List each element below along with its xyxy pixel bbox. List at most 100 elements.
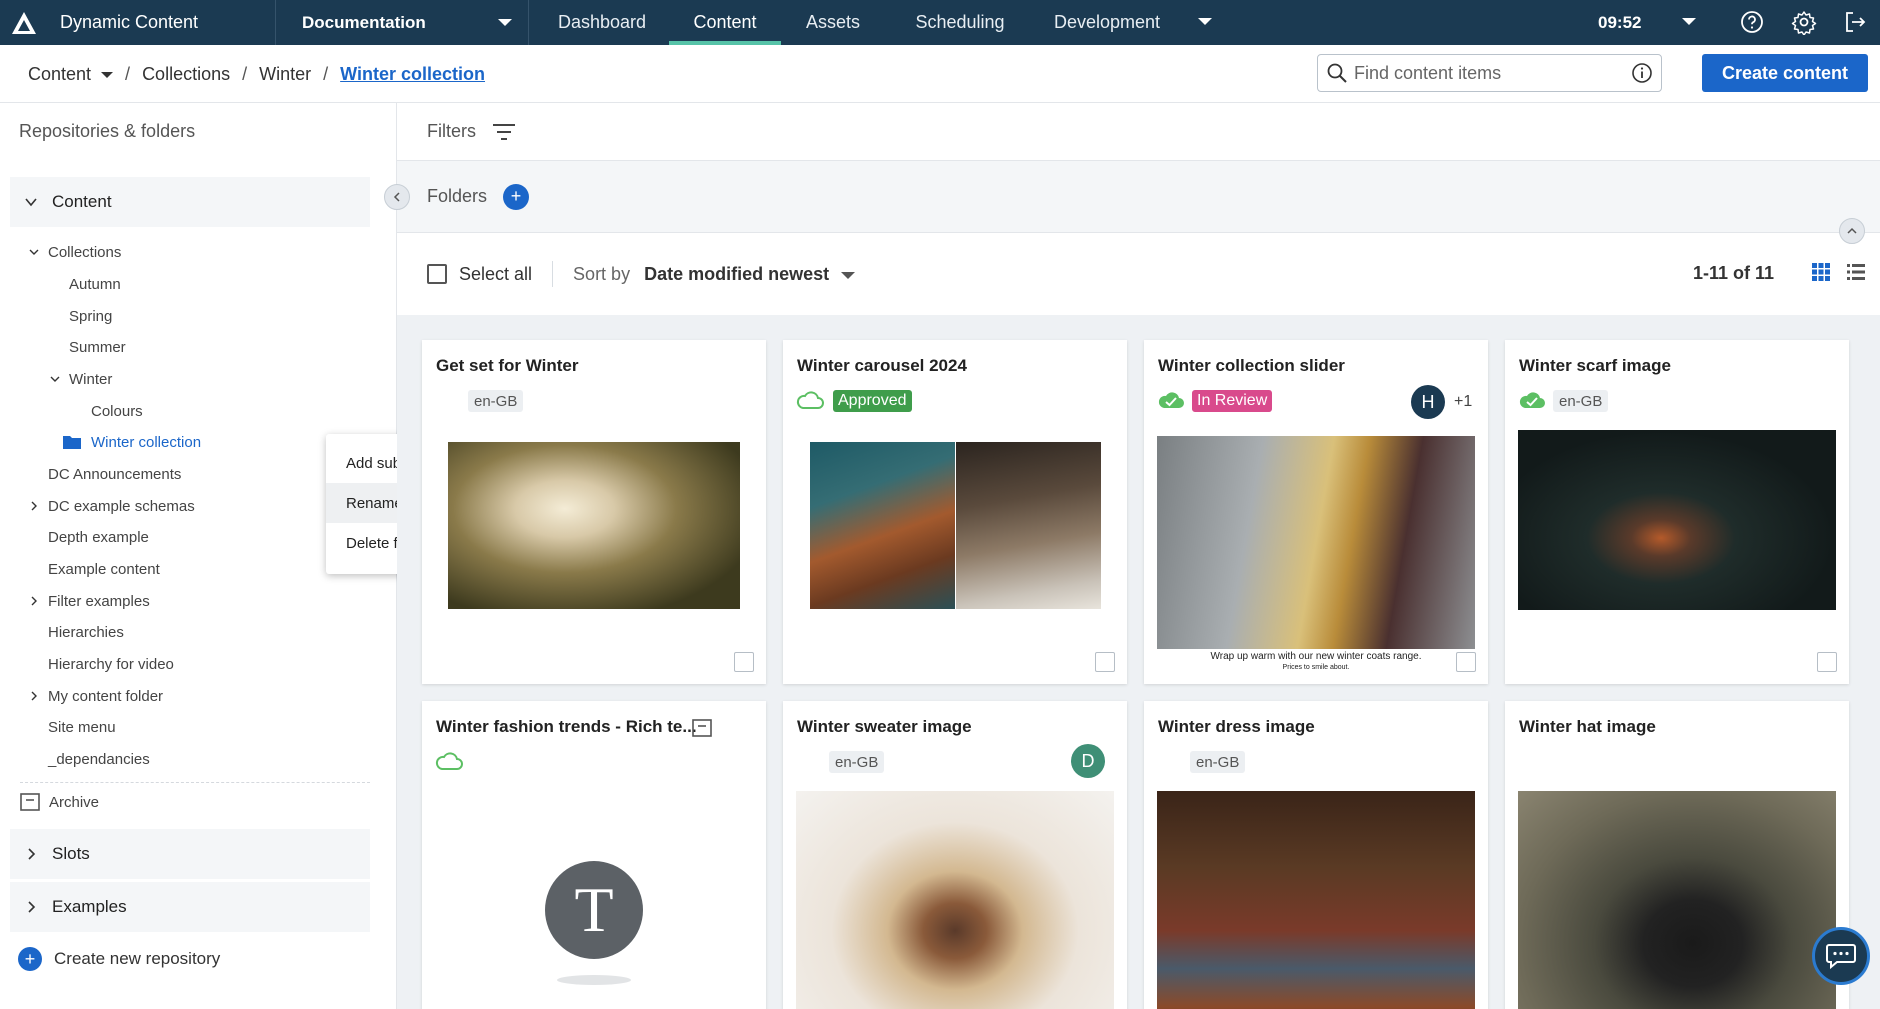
chevron-down-icon[interactable] [49, 373, 61, 385]
card-title[interactable]: Get set for Winter [436, 356, 578, 376]
repository-content[interactable]: Content [10, 177, 370, 227]
grid-view-icon[interactable] [1811, 262, 1831, 282]
user-menu-chevron-icon[interactable] [1682, 18, 1696, 25]
list-view-icon[interactable] [1846, 262, 1866, 282]
breadcrumb-winter[interactable]: Winter [259, 64, 311, 85]
tree-item-dc-announcements[interactable]: DC Announcements [48, 462, 181, 486]
tree-item-collections[interactable]: Collections [29, 240, 122, 264]
tree-item-hierarchies[interactable]: Hierarchies [48, 620, 124, 644]
create-repository-label: Create new repository [54, 949, 221, 968]
brand[interactable]: Dynamic Content [0, 0, 276, 45]
content-card[interactable]: Winter scarf image en-GB [1505, 340, 1849, 684]
tab-development[interactable]: Development [1035, 0, 1179, 45]
create-content-button[interactable]: Create content [1702, 54, 1868, 92]
tree-item-label: Winter [69, 370, 113, 388]
content-card[interactable]: Get set for Winter en-GB [422, 340, 766, 684]
chevron-right-icon[interactable] [28, 690, 40, 702]
archive-item[interactable]: Archive [20, 793, 99, 811]
breadcrumb-current[interactable]: Winter collection [340, 64, 485, 85]
select-all[interactable]: Select all [427, 264, 532, 285]
locale-badge: en-GB [829, 751, 885, 773]
avatar-shadow [557, 975, 631, 985]
card-select-checkbox[interactable] [1095, 652, 1115, 672]
tree-item-example-content[interactable]: Example content [48, 557, 160, 581]
card-title[interactable]: Winter dress image [1158, 717, 1315, 737]
tab-dashboard[interactable]: Dashboard [535, 0, 669, 45]
logout-icon[interactable] [1842, 9, 1868, 35]
tab-assets[interactable]: Assets [781, 0, 885, 45]
sort-select[interactable]: Date modified newest [644, 264, 829, 285]
chevron-right-icon[interactable] [28, 500, 40, 512]
image-caption-sub: Prices to smile about. [1282, 664, 1350, 671]
content-card[interactable]: Winter sweater image en-GB D [783, 701, 1127, 1009]
chevron-down-icon[interactable] [101, 72, 114, 78]
card-title[interactable]: Winter carousel 2024 [797, 356, 967, 376]
help-icon[interactable] [1739, 9, 1765, 35]
gear-icon[interactable] [1791, 9, 1817, 35]
tree-item-hierarchy-video[interactable]: Hierarchy for video [48, 652, 174, 676]
card-select-checkbox[interactable] [1817, 652, 1837, 672]
filter-icon[interactable] [492, 123, 516, 141]
hub-selector[interactable]: Documentation [276, 0, 529, 45]
tree-item-site-menu[interactable]: Site menu [48, 715, 116, 739]
tree-item-summer[interactable]: Summer [69, 335, 126, 359]
tree-item-label: Filter examples [48, 592, 150, 610]
filters-row: Filters [397, 103, 1880, 161]
card-title[interactable]: Winter scarf image [1519, 356, 1671, 376]
breadcrumb-separator: / [125, 63, 131, 84]
tree-item-label: Collections [48, 243, 122, 261]
assignee-count[interactable]: +1 [1454, 393, 1472, 411]
clock: 09:52 [1598, 12, 1642, 32]
tree-item-spring[interactable]: Spring [69, 304, 112, 328]
card-title[interactable]: Winter fashion trends - Rich te... [436, 717, 697, 737]
tree-item-colours[interactable]: Colours [91, 399, 143, 423]
card-title[interactable]: Winter hat image [1519, 717, 1656, 737]
content-card[interactable]: Winter hat image [1505, 701, 1849, 1009]
avatar[interactable]: D [1071, 744, 1105, 778]
tree-item-label: Autumn [69, 275, 121, 293]
info-icon[interactable] [1631, 62, 1653, 84]
content-card[interactable]: Winter carousel 2024 Approved [783, 340, 1127, 684]
tab-scheduling[interactable]: Scheduling [885, 0, 1035, 45]
folders-row: Folders + [397, 161, 1880, 233]
tree-item-label: Summer [69, 338, 126, 356]
filters-label[interactable]: Filters [427, 121, 476, 142]
card-select-checkbox[interactable] [1456, 652, 1476, 672]
repository-slots[interactable]: Slots [10, 829, 370, 879]
tab-content[interactable]: Content [669, 0, 781, 45]
tree-item-my-content-folder[interactable]: My content folder [31, 684, 163, 708]
tree-item-winter-collection[interactable]: Winter collection [63, 430, 201, 454]
tree-item-autumn[interactable]: Autumn [69, 272, 121, 296]
collapse-sidebar-button[interactable] [384, 184, 410, 210]
archive-icon [20, 793, 40, 811]
tree-item-label: Colours [91, 402, 143, 420]
content-card[interactable]: Winter dress image en-GB [1144, 701, 1488, 1009]
development-menu-chevron-icon[interactable] [1198, 18, 1212, 25]
tree-item-filter-examples[interactable]: Filter examples [31, 589, 150, 613]
tree-item-winter[interactable]: Winter [50, 367, 113, 391]
breadcrumb-collections[interactable]: Collections [142, 64, 230, 85]
tree-item-depth-example[interactable]: Depth example [48, 525, 149, 549]
card-image [1518, 430, 1836, 610]
chevron-down-icon[interactable] [28, 246, 40, 258]
tree-item-dependancies[interactable]: _dependancies [48, 747, 150, 771]
card-image [796, 791, 1114, 1009]
chat-button[interactable] [1812, 927, 1870, 985]
chevron-down-icon[interactable] [841, 272, 856, 279]
chevron-right-icon[interactable] [28, 595, 40, 607]
add-folder-icon[interactable]: + [503, 183, 530, 210]
card-title[interactable]: Winter sweater image [797, 717, 972, 737]
select-all-checkbox[interactable] [427, 264, 447, 284]
tree-item-dc-example-schemas[interactable]: DC example schemas [31, 494, 195, 518]
content-card[interactable]: Winter fashion trends - Rich te... T [422, 701, 766, 1009]
avatar[interactable]: H [1411, 385, 1445, 419]
search-input[interactable] [1354, 62, 1631, 84]
content-card[interactable]: Winter collection slider In Review H +1 … [1144, 340, 1488, 684]
create-repository-button[interactable]: + Create new repository [18, 947, 220, 971]
chevron-right-icon [28, 901, 36, 913]
repository-examples[interactable]: Examples [10, 882, 370, 932]
breadcrumb-root[interactable]: Content [28, 64, 91, 85]
card-title[interactable]: Winter collection slider [1158, 356, 1345, 376]
card-select-checkbox[interactable] [734, 652, 754, 672]
card-image [810, 442, 955, 609]
